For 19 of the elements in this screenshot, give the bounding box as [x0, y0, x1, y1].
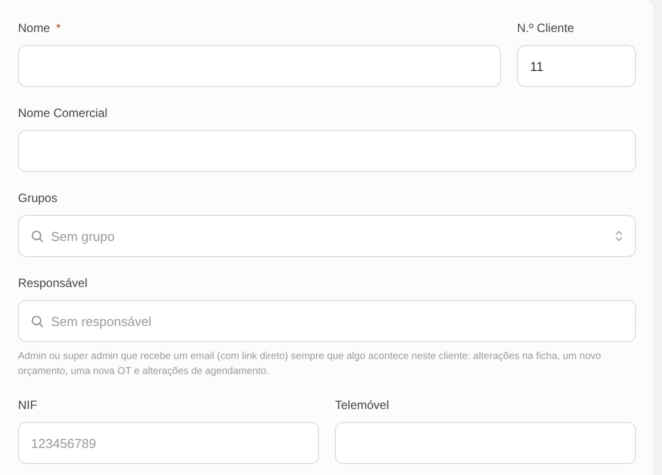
required-mark: * [56, 21, 61, 35]
field-label: Grupos [18, 191, 58, 205]
field-label: Responsável [18, 276, 88, 290]
input-field[interactable] [18, 45, 501, 87]
search-field[interactable]: Sem responsável [18, 300, 636, 342]
search-icon [31, 315, 44, 328]
input-field[interactable]: 123456789 [18, 422, 319, 464]
input-field[interactable] [18, 130, 636, 172]
select-field[interactable]: Sem grupo [18, 215, 636, 257]
field-label: N.º Cliente [517, 21, 574, 35]
help-text: Admin ou super admin que recebe um email (com link direto) sempre que algo acontece neste cliente: alterações na ficha, um novo orçamento, uma nova OT e alterações de agendamento. [18, 350, 602, 379]
field-label: Nome Comercial [18, 106, 108, 120]
search-icon [31, 230, 44, 243]
field-label: Telemóvel [335, 398, 390, 412]
field-label: NIF [18, 398, 38, 412]
field-label: Nome [18, 21, 50, 35]
input-field[interactable] [335, 422, 636, 464]
input-field[interactable]: 11 [517, 45, 636, 87]
chevron-updown-icon [615, 230, 623, 242]
